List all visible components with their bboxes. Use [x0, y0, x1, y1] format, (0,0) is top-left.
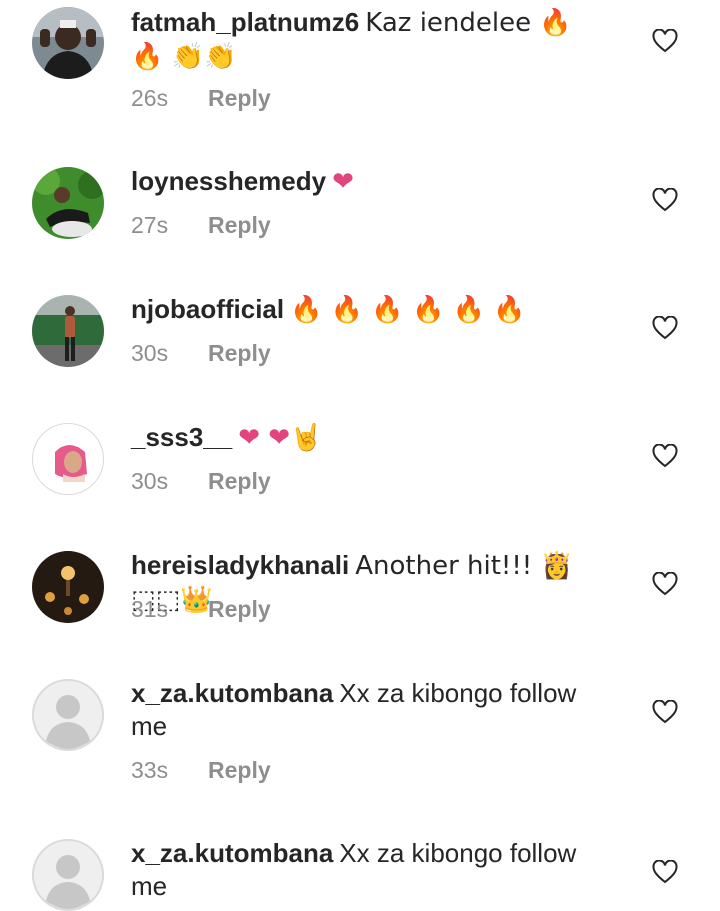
comment-text: 🔥 🔥 🔥 🔥 🔥 🔥 [290, 295, 526, 325]
heart-outline-icon[interactable] [652, 860, 678, 884]
comment-username[interactable]: njobaofficial [131, 294, 284, 324]
avatar[interactable] [32, 7, 104, 79]
comment-timestamp: 30s [131, 340, 169, 366]
avatar[interactable] [32, 679, 104, 751]
heart-outline-icon[interactable] [652, 572, 678, 596]
comment-username[interactable]: hereisladykhanali [131, 550, 349, 580]
heart-outline-icon[interactable] [652, 29, 678, 53]
reply-button[interactable]: Reply [208, 340, 271, 366]
reply-button[interactable]: Reply [208, 85, 271, 111]
heart-outline-icon[interactable] [652, 444, 678, 468]
reply-button[interactable]: Reply [208, 468, 271, 494]
heart-outline-icon[interactable] [652, 188, 678, 212]
avatar[interactable] [32, 423, 104, 495]
avatar[interactable] [32, 167, 104, 239]
comment-timestamp: 30s [131, 468, 169, 494]
comment-username[interactable]: loynesshemedy [131, 166, 326, 196]
reply-button[interactable]: Reply [208, 757, 271, 783]
comment-text: ❤ [332, 167, 354, 197]
reply-button[interactable]: Reply [208, 212, 271, 238]
comment-username[interactable]: x_za.kutombana [131, 838, 333, 868]
comment-username[interactable]: _sss3__ [131, 422, 232, 452]
heart-outline-icon[interactable] [652, 316, 678, 340]
avatar[interactable] [32, 295, 104, 367]
comment-username[interactable]: fatmah_platnumz6 [131, 7, 359, 37]
comment-text: ❤ ❤🤘 [238, 423, 323, 453]
reply-button[interactable]: Reply [208, 596, 271, 622]
heart-outline-icon[interactable] [652, 700, 678, 724]
comment-timestamp: 33s [131, 757, 169, 783]
comment-username[interactable]: x_za.kutombana [131, 678, 333, 708]
comment-timestamp: 31s [131, 596, 169, 622]
avatar[interactable] [32, 551, 104, 623]
comment-timestamp: 26s [131, 85, 169, 111]
avatar[interactable] [32, 839, 104, 911]
comment-timestamp: 27s [131, 212, 169, 238]
